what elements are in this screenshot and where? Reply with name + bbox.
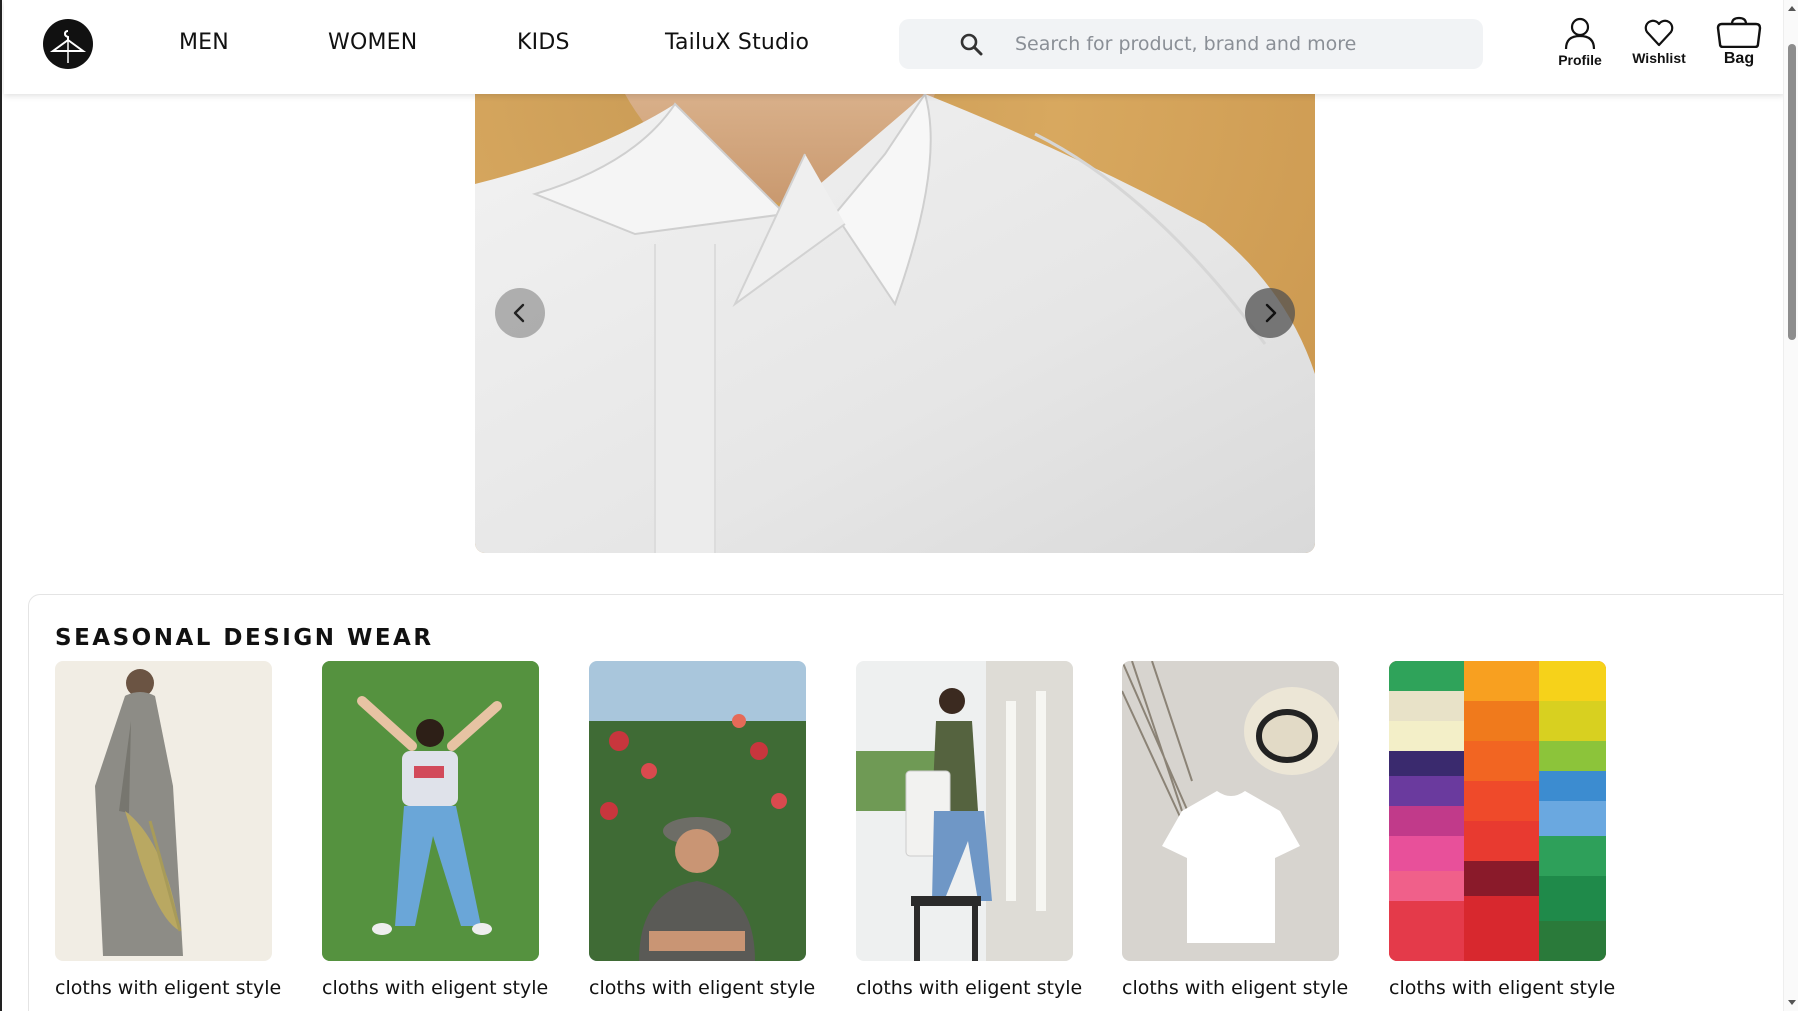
nav-women[interactable]: WOMEN (328, 30, 417, 55)
nav-men[interactable]: MEN (179, 30, 229, 55)
carousel-next-button[interactable] (1245, 288, 1295, 338)
section-title: SEASONAL DESIGN WEAR (55, 625, 434, 651)
profile-label: Profile (1558, 52, 1602, 68)
product-card[interactable]: cloths with eligent style (1389, 661, 1616, 999)
product-image (1389, 661, 1606, 961)
scrollbar-thumb[interactable] (1788, 44, 1796, 340)
product-caption: cloths with eligent style (55, 977, 282, 999)
product-image (1122, 661, 1339, 961)
chevron-right-icon (1265, 303, 1277, 323)
hero-banner-image (475, 94, 1315, 553)
product-image (55, 661, 272, 961)
product-caption: cloths with eligent style (1122, 977, 1349, 999)
wishlist-button[interactable]: Wishlist (1624, 16, 1694, 72)
bag-icon (1716, 16, 1762, 48)
chevron-left-icon (513, 303, 525, 323)
user-icon (1564, 17, 1596, 50)
hero-carousel (475, 94, 1315, 553)
product-caption: cloths with eligent style (589, 977, 816, 999)
product-card[interactable]: cloths with eligent style (589, 661, 816, 999)
page: MEN WOMEN KIDS TailuX Studio Profile Wis… (0, 0, 1783, 1011)
top-navbar: MEN WOMEN KIDS TailuX Studio Profile Wis… (4, 0, 1783, 94)
bag-label: Bag (1723, 50, 1755, 67)
product-card[interactable]: cloths with eligent style (1122, 661, 1349, 999)
nav-kids[interactable]: KIDS (517, 30, 570, 55)
carousel-prev-button[interactable] (495, 288, 545, 338)
product-card[interactable]: cloths with eligent style (322, 661, 549, 999)
product-caption: cloths with eligent style (1389, 977, 1616, 999)
page-scrollbar[interactable] (1783, 0, 1798, 1011)
product-caption: cloths with eligent style (322, 977, 549, 999)
hanger-logo-icon[interactable] (43, 19, 93, 69)
scroll-down-arrow-icon[interactable] (1787, 997, 1797, 1007)
product-image (322, 661, 539, 961)
search-icon (960, 33, 983, 56)
heart-icon (1644, 19, 1674, 47)
search-bar (899, 19, 1483, 69)
search-input[interactable] (1015, 19, 1455, 69)
product-card[interactable]: cloths with eligent style (55, 661, 282, 999)
product-caption: cloths with eligent style (856, 977, 1083, 999)
seasonal-design-section: SEASONAL DESIGN WEAR cloths with eligent… (28, 594, 1783, 1011)
product-image (589, 661, 806, 961)
nav-tailux-studio[interactable]: TailuX Studio (665, 30, 809, 55)
profile-button[interactable]: Profile (1545, 16, 1615, 72)
bag-button[interactable]: Bag (1704, 16, 1774, 72)
product-card[interactable]: cloths with eligent style (856, 661, 1083, 999)
scroll-up-arrow-icon[interactable] (1787, 4, 1797, 14)
product-image (856, 661, 1073, 961)
wishlist-label: Wishlist (1632, 50, 1686, 66)
